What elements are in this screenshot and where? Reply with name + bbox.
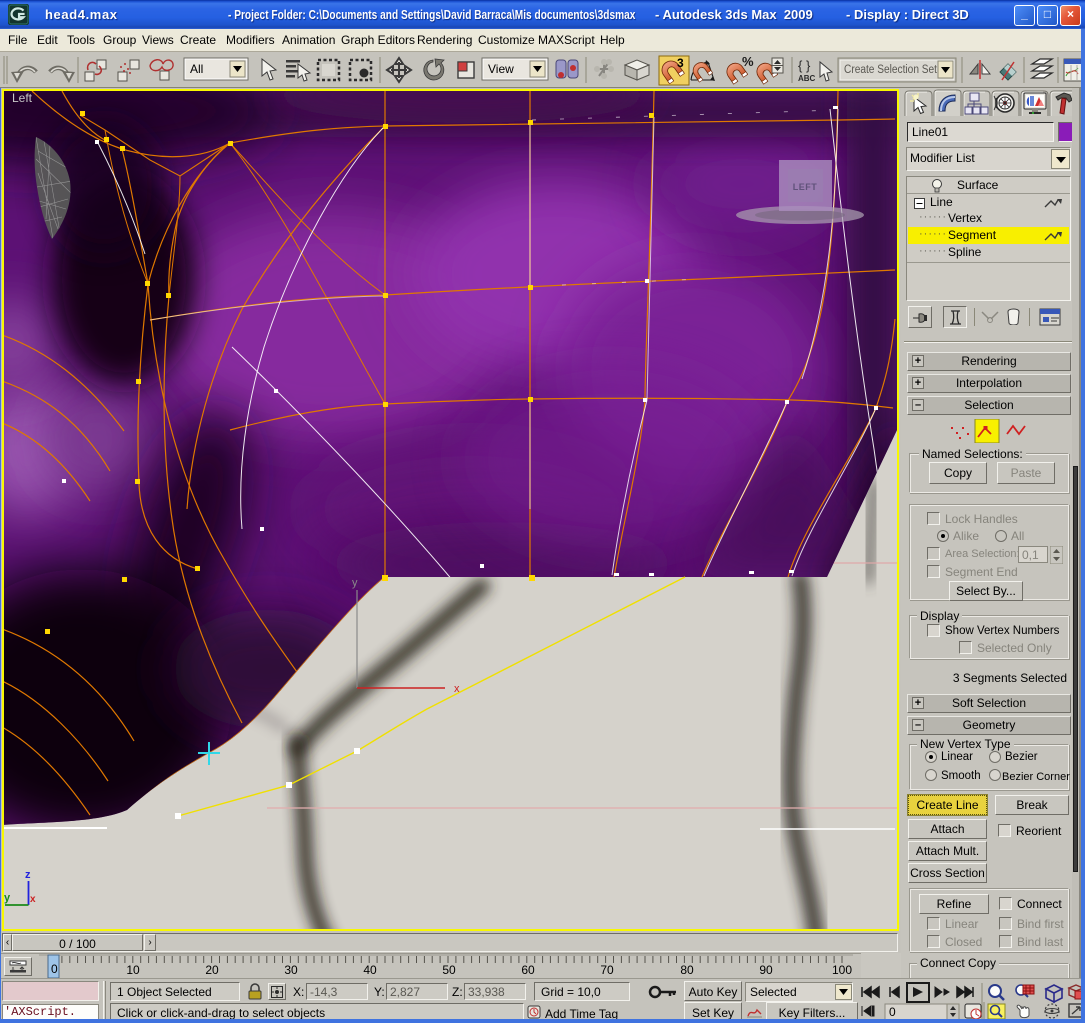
svg-text:3: 3 — [677, 56, 684, 70]
svg-text:20: 20 — [205, 963, 219, 977]
svg-text:View: View — [488, 62, 514, 76]
svg-text:y: y — [352, 577, 358, 589]
svg-text:z: z — [25, 869, 31, 881]
svg-text:90: 90 — [759, 963, 773, 977]
svg-text:100: 100 — [832, 963, 852, 977]
svg-text:Left: Left — [12, 91, 33, 105]
svg-text:x: x — [30, 894, 36, 905]
svg-text:%: % — [742, 54, 754, 69]
svg-text:x: x — [454, 683, 460, 695]
svg-text:Create Selection Set: Create Selection Set — [844, 64, 938, 76]
svg-text:30: 30 — [284, 963, 298, 977]
svg-text:80: 80 — [680, 963, 694, 977]
svg-text:40: 40 — [363, 963, 377, 977]
svg-text:0: 0 — [51, 962, 58, 976]
svg-text:10: 10 — [126, 963, 140, 977]
svg-text:All: All — [190, 62, 203, 76]
svg-text:50: 50 — [442, 963, 456, 977]
svg-text:y: y — [4, 892, 11, 904]
svg-text:{ }: { } — [798, 58, 811, 73]
svg-text:0: 0 — [889, 1005, 896, 1019]
svg-text:LEFT: LEFT — [793, 182, 818, 192]
svg-text:ABC: ABC — [798, 74, 816, 83]
svg-text:60: 60 — [521, 963, 535, 977]
svg-text:70: 70 — [600, 963, 614, 977]
